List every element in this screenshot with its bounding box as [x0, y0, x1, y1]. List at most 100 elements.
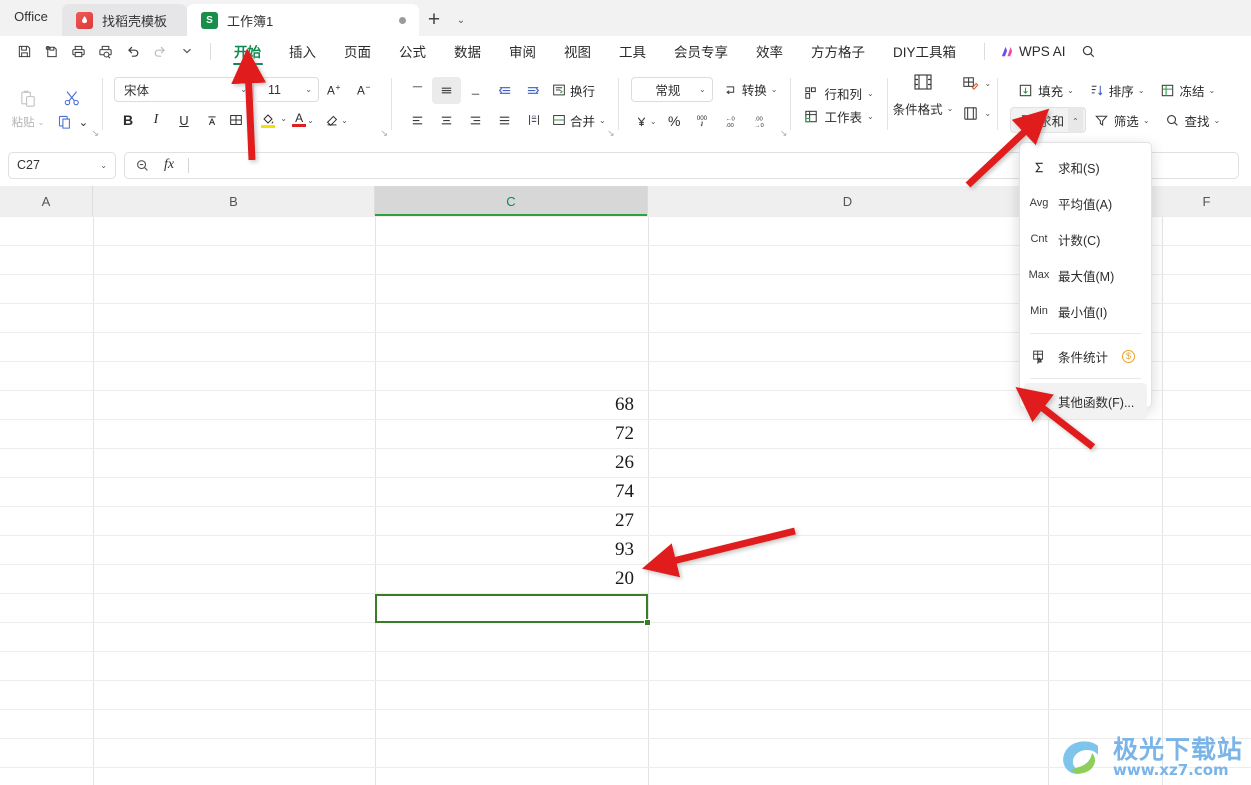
name-box[interactable]: C27 ⌄ — [8, 151, 116, 179]
increase-indent-icon[interactable] — [519, 77, 548, 104]
convert-button[interactable]: 转换 ⌄ — [720, 76, 777, 103]
font-dialog-launcher[interactable]: ↘ — [380, 128, 388, 139]
cell-value[interactable]: 93 — [375, 539, 634, 561]
save-as-icon[interactable] — [39, 39, 64, 64]
sum-dropdown-toggle[interactable]: ⌄ — [1068, 107, 1083, 133]
freeze-button[interactable]: 冻结 ⌄ — [1152, 77, 1223, 103]
font-family-select[interactable]: 宋体 ⌄ — [114, 77, 254, 102]
align-center-icon[interactable] — [432, 107, 461, 134]
tab-workbook1[interactable]: S 工作簿1 — [187, 4, 419, 36]
sum-button[interactable]: 求和 ⌄ — [1010, 107, 1086, 133]
borders-icon[interactable]: ⌄ — [226, 107, 254, 133]
menu-item-fanfangezi[interactable]: 方方格子 — [797, 36, 879, 66]
clipboard-dialog-launcher[interactable]: ↘ — [91, 128, 99, 139]
cell-value[interactable]: 26 — [375, 452, 634, 474]
customize-icon[interactable] — [174, 39, 199, 64]
column-header-b[interactable]: B — [93, 186, 375, 216]
table-style-icon[interactable]: ⌄ — [961, 100, 991, 126]
alignment-dialog-launcher[interactable]: ↘ — [607, 128, 615, 139]
menu-item-member[interactable]: 会员专享 — [660, 36, 742, 66]
clear-format-icon[interactable]: ⌄ — [322, 107, 350, 133]
svg-text:000: 000 — [697, 115, 708, 122]
decrease-indent-icon[interactable] — [490, 77, 519, 104]
fill-handle[interactable] — [644, 619, 651, 626]
menu-item-formula[interactable]: 公式 — [385, 36, 440, 66]
rows-cols-button[interactable]: 行和列 ⌄ — [803, 84, 874, 103]
cell-value[interactable]: 72 — [375, 423, 634, 445]
menu-item-page[interactable]: 页面 — [330, 36, 385, 66]
menu-item-efficiency[interactable]: 效率 — [742, 36, 797, 66]
cell-value[interactable]: 27 — [375, 510, 634, 532]
menu-item-conditional-stats[interactable]: fx 条件统计 $ — [1020, 338, 1151, 374]
menu-item-average[interactable]: Avg 平均值(A) — [1020, 185, 1151, 221]
bold-button[interactable]: B — [114, 107, 142, 133]
copy-button[interactable]: ⌄ — [56, 113, 88, 132]
pinyin-guide-icon[interactable] — [198, 107, 226, 133]
wps-ai-button[interactable]: WPS AI — [991, 44, 1074, 59]
menu-item-review[interactable]: 审阅 — [495, 36, 550, 66]
font-color-icon[interactable]: A ⌄ — [289, 107, 317, 133]
menu-item-data[interactable]: 数据 — [440, 36, 495, 66]
merge-label: 合并 — [570, 114, 596, 129]
menu-item-more-functions[interactable]: 其他函数(F)... — [1024, 383, 1147, 419]
underline-button[interactable]: U — [170, 107, 198, 133]
currency-icon[interactable]: ⌄ — [631, 108, 660, 134]
scissors-icon[interactable] — [62, 83, 82, 113]
filter-button[interactable]: 筛选 ⌄ — [1086, 107, 1157, 133]
italic-button[interactable]: I — [142, 107, 170, 133]
align-bottom-icon[interactable] — [461, 77, 490, 104]
column-header-c[interactable]: C — [375, 186, 648, 216]
cell-style-icon[interactable]: ⌄ — [961, 70, 991, 96]
zoom-formula-icon[interactable] — [135, 158, 150, 173]
fill-button[interactable]: 填充 ⌄ — [1010, 77, 1081, 103]
column-header-d[interactable]: D — [648, 186, 1048, 216]
font-size-select[interactable]: 11 ⌄ — [257, 77, 319, 102]
column-header-f[interactable]: F — [1162, 186, 1251, 216]
office-button[interactable]: Office — [0, 0, 62, 36]
print-preview-icon[interactable] — [93, 39, 118, 64]
align-middle-icon[interactable] — [432, 76, 461, 104]
menu-item-count[interactable]: Cnt 计数(C) — [1020, 221, 1151, 257]
print-icon[interactable] — [66, 39, 91, 64]
search-icon[interactable] — [1074, 36, 1104, 66]
menu-item-view[interactable]: 视图 — [550, 36, 605, 66]
increase-font-size-button[interactable]: A + — [322, 77, 349, 102]
text-orientation-icon[interactable] — [519, 107, 548, 134]
justify-icon[interactable] — [490, 107, 519, 134]
column-header-a[interactable]: A — [0, 186, 93, 216]
decrease-font-size-button[interactable]: A − — [352, 77, 379, 102]
chevron-down-icon[interactable]: ⌄ — [449, 4, 473, 36]
selected-cell-c27[interactable] — [375, 594, 648, 623]
menu-item-diy-toolbox[interactable]: DIY工具箱 — [879, 36, 970, 66]
cell-value[interactable]: 20 — [375, 568, 634, 590]
new-tab-button[interactable]: + — [419, 4, 449, 36]
fill-color-icon[interactable]: ⌄ — [254, 107, 287, 133]
number-format-select[interactable]: 常规 ⌄ — [630, 77, 713, 102]
percent-style-button[interactable]: % — [660, 108, 689, 134]
worksheet-button[interactable]: 工作表 ⌄ — [803, 107, 874, 126]
tab-template-store[interactable]: 找稻壳模板 — [62, 4, 187, 36]
find-button[interactable]: 查找 ⌄ — [1157, 107, 1228, 133]
undo-icon[interactable] — [120, 39, 145, 64]
cell-value[interactable]: 74 — [375, 481, 634, 503]
wrap-text-button[interactable]: 换行 — [548, 77, 595, 104]
decrease-decimal-icon[interactable]: .00 →0 — [747, 108, 776, 134]
align-right-icon[interactable] — [461, 107, 490, 134]
number-dialog-launcher[interactable]: ↘ — [780, 128, 788, 139]
conditional-format-button[interactable]: 条件格式 ⌄ — [893, 66, 953, 118]
chevron-down-icon: ⌄ — [1137, 85, 1145, 95]
menu-item-insert[interactable]: 插入 — [275, 36, 330, 66]
save-icon[interactable] — [12, 39, 37, 64]
increase-decimal-icon[interactable]: ←0 .00 — [718, 108, 747, 134]
merge-cells-button[interactable]: 合并 ⌄ — [548, 107, 606, 134]
menu-item-tools[interactable]: 工具 — [605, 36, 660, 66]
sort-button[interactable]: 排序 ⌄ — [1081, 77, 1152, 103]
menu-item-max[interactable]: Max 最大值(M) — [1020, 257, 1151, 293]
menu-item-sum[interactable]: 求和(S) — [1020, 149, 1151, 185]
comma-style-button[interactable]: 000 — [689, 108, 718, 134]
align-left-icon[interactable] — [403, 107, 432, 134]
align-top-icon[interactable] — [403, 77, 432, 104]
menu-item-start[interactable]: 开始 — [220, 36, 275, 66]
cell-value[interactable]: 68 — [375, 394, 634, 416]
menu-item-min[interactable]: Min 最小值(I) — [1020, 293, 1151, 329]
